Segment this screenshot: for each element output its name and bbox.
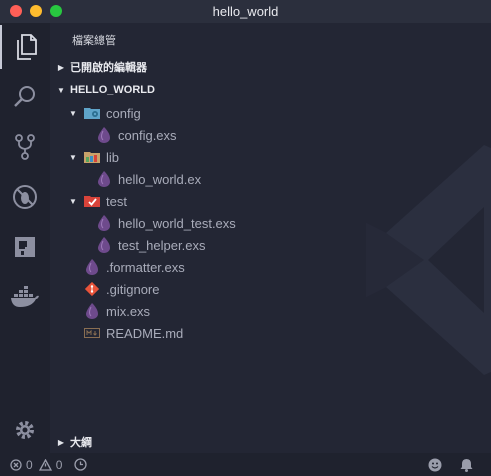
close-window-button[interactable] bbox=[10, 5, 22, 17]
window-title: hello_world bbox=[212, 4, 279, 19]
docker-activity-button[interactable] bbox=[0, 275, 50, 319]
warning-count: 0 bbox=[55, 457, 63, 472]
elixir-icon bbox=[96, 127, 112, 143]
tree-item-label: README.md bbox=[106, 325, 184, 341]
folder-test-icon bbox=[84, 193, 100, 209]
status-bar: 0 0 bbox=[0, 453, 491, 476]
tree-item-config-folder[interactable]: ▼ config bbox=[50, 102, 491, 124]
extensions-activity-button[interactable] bbox=[0, 225, 50, 269]
chevron-down-icon: ▼ bbox=[69, 196, 77, 206]
chevron-right-icon: ▶ bbox=[57, 62, 65, 72]
gear-icon bbox=[16, 421, 34, 439]
history-status-button[interactable] bbox=[74, 458, 91, 471]
tree-item-config-exs[interactable]: config.exs bbox=[50, 124, 491, 146]
project-section-header[interactable]: ▼ HELLO_WORLD bbox=[50, 79, 491, 101]
elixir-icon bbox=[84, 259, 100, 275]
elixir-icon bbox=[84, 303, 100, 319]
git-icon bbox=[84, 281, 100, 297]
files-icon bbox=[17, 34, 37, 60]
explorer-title: 檔案總管 bbox=[72, 35, 116, 47]
extensions-icon bbox=[15, 237, 35, 257]
chevron-down-icon: ▼ bbox=[57, 85, 65, 95]
open-editors-section-header[interactable]: ▶ 已開啟的編輯器 bbox=[50, 56, 491, 78]
tree-item-mix-exs[interactable]: mix.exs bbox=[50, 300, 491, 322]
tree-item-lib-folder[interactable]: ▼ lib bbox=[50, 146, 491, 168]
elixir-icon bbox=[96, 237, 112, 253]
search-icon bbox=[14, 86, 35, 107]
problems-status[interactable]: 0 0 bbox=[10, 458, 62, 472]
debug-activity-button[interactable] bbox=[0, 175, 50, 219]
tree-item-test-helper-exs[interactable]: test_helper.exs bbox=[50, 234, 491, 256]
chevron-down-icon: ▼ bbox=[69, 108, 77, 118]
maximize-window-button[interactable] bbox=[50, 5, 62, 17]
folder-lib-icon bbox=[84, 149, 100, 165]
elixir-icon bbox=[96, 171, 112, 187]
elixir-icon bbox=[96, 215, 112, 231]
tree-item-label: test bbox=[106, 193, 127, 209]
docker-icon bbox=[11, 286, 39, 307]
explorer-sidebar: 檔案總管 ▶ 已開啟的編輯器 ▼ HELLO_WORLD ▼ config co… bbox=[50, 23, 491, 453]
chevron-down-icon: ▼ bbox=[69, 152, 77, 162]
tree-item-label: lib bbox=[106, 149, 120, 165]
tree-item-test-folder[interactable]: ▼ test bbox=[50, 190, 491, 212]
bell-icon bbox=[460, 458, 473, 472]
warning-icon bbox=[38, 458, 52, 471]
tree-item-label: mix.exs bbox=[106, 303, 151, 319]
title-bar: hello_world bbox=[0, 0, 491, 23]
tree-item-label: .formatter.exs bbox=[106, 259, 185, 275]
tree-item-label: test_helper.exs bbox=[118, 237, 206, 253]
tree-item-hello-world-test-exs[interactable]: hello_world_test.exs bbox=[50, 212, 491, 234]
feedback-button[interactable] bbox=[428, 458, 446, 472]
markdown-icon bbox=[84, 325, 100, 341]
tree-item-label: .gitignore bbox=[106, 281, 160, 297]
source-control-activity-button[interactable] bbox=[0, 125, 50, 169]
tree-item-formatter-exs[interactable]: .formatter.exs bbox=[50, 256, 491, 278]
notifications-button[interactable] bbox=[460, 458, 477, 472]
tree-item-label: hello_world.ex bbox=[118, 171, 202, 187]
activity-bar bbox=[0, 23, 50, 453]
vscode-window: hello_world 檔案總管 ▶ 已開啟的編輯器 ▼ HELLO_WORLD… bbox=[0, 0, 491, 476]
tree-item-label: config.exs bbox=[118, 127, 177, 143]
clock-icon bbox=[74, 458, 88, 471]
smiley-icon bbox=[428, 458, 442, 471]
tree-item-hello-world-ex[interactable]: hello_world.ex bbox=[50, 168, 491, 190]
chevron-right-icon: ▶ bbox=[57, 437, 65, 447]
tree-item-readme-md[interactable]: README.md bbox=[50, 322, 491, 344]
open-editors-label: 已開啟的編輯器 bbox=[70, 62, 147, 74]
tree-item-gitignore[interactable]: .gitignore bbox=[50, 278, 491, 300]
search-activity-button[interactable] bbox=[0, 74, 50, 118]
debug-icon bbox=[13, 185, 37, 209]
folder-config-icon bbox=[84, 105, 100, 121]
error-count: 0 bbox=[26, 457, 33, 472]
explorer-activity-button[interactable] bbox=[0, 25, 50, 69]
error-icon bbox=[10, 458, 22, 471]
project-label: HELLO_WORLD bbox=[70, 84, 155, 96]
tree-item-label: config bbox=[106, 105, 141, 121]
settings-activity-button[interactable] bbox=[0, 408, 50, 452]
tree-item-label: hello_world_test.exs bbox=[118, 215, 236, 231]
outline-label: 大綱 bbox=[70, 437, 92, 449]
minimize-window-button[interactable] bbox=[30, 5, 42, 17]
source-control-icon bbox=[15, 134, 35, 160]
outline-section-header[interactable]: ▶ 大綱 bbox=[50, 431, 491, 453]
